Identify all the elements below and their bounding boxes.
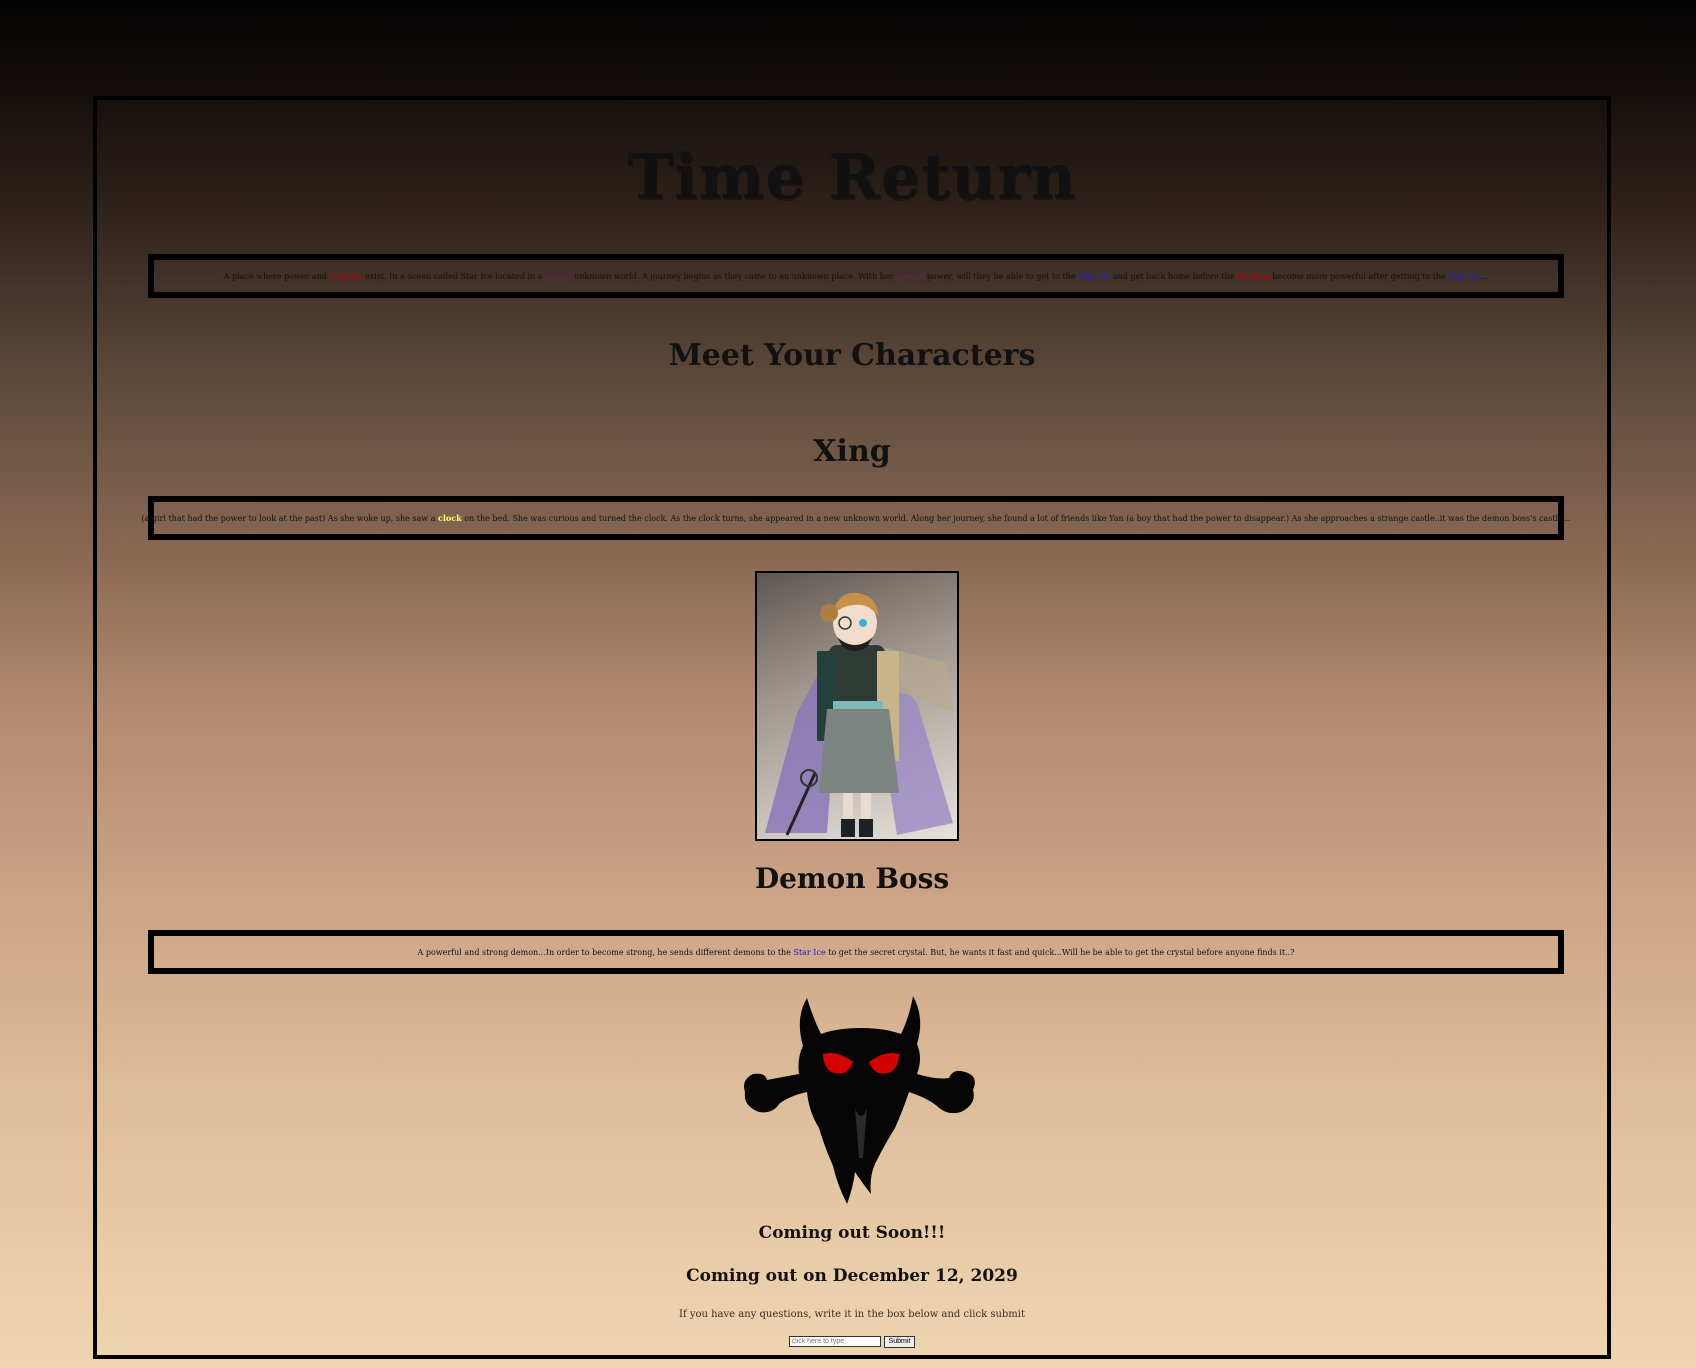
xing-text-part: (a girl that had the power to look at th… [141,514,439,523]
submit-button[interactable]: Submit [883,1336,916,1348]
questions-prompt: If you have any questions, write it in t… [679,1309,1025,1320]
highlight-demons: Demons [329,271,363,281]
character-name-xing: Xing [813,434,891,469]
demon-boss-image [744,996,975,1204]
intro-part: unknown world. A journey begins as they … [571,271,896,281]
page-title: Time Return [627,140,1077,213]
xing-portrait-image [755,571,959,841]
xing-illustration [765,592,953,837]
demon-text-part: A powerful and strong demon...In order t… [417,947,794,957]
highlight-purple: purple [545,271,572,281]
intro-part: power, will they be able to get to the [924,271,1079,281]
demon-description: A powerful and strong demon...In order t… [418,948,1295,957]
meet-characters-heading: Meet Your Characters [668,338,1036,373]
question-form: Submit [97,1336,1607,1348]
intro-part: become more powerful after getting to th… [1269,271,1449,281]
highlight-star-ice: Star Ice [793,947,826,957]
intro-text: A place where power and Demons exist. In… [224,272,1489,281]
question-input[interactable] [788,1336,881,1347]
page-frame: Time Return A place where power and Demo… [93,96,1611,1359]
xing-description-box: (a girl that had the power to look at th… [142,496,1570,540]
highlight-special: special [895,271,925,281]
highlight-star-ice: Star Ice [1078,271,1111,281]
highlight-clock: clock [438,513,462,523]
intro-box: A place where power and Demons exist. In… [148,254,1564,298]
intro-part: exist. In a ocean called Star Ice locate… [362,271,546,281]
highlight-star-ice: Star Ice [1448,271,1481,281]
demon-description-box: A powerful and strong demon...In order t… [148,930,1564,974]
coming-soon-text: Coming out Soon!!! [758,1223,946,1243]
release-date-text: Coming out on December 12, 2029 [686,1266,1018,1286]
intro-part: A place where power and [223,271,330,281]
intro-part: and get back home before the [1110,271,1238,281]
xing-text-part: on the bed. She was curious and turned t… [461,514,1571,523]
highlight-demons: Demons [1237,271,1270,281]
intro-part: ... [1480,271,1489,281]
demon-text-part: to get the secret crystal. But, he wants… [825,947,1295,957]
character-name-demon-boss: Demon Boss [754,862,950,895]
xing-description: (a girl that had the power to look at th… [142,513,1571,523]
